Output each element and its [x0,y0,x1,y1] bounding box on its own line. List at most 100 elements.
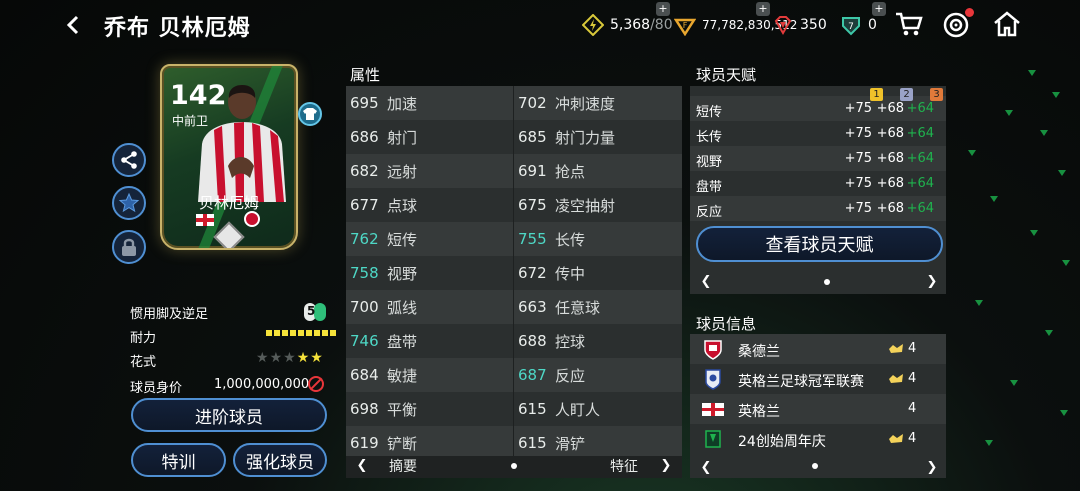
talent-bonus-tier3: +64 [906,176,934,191]
svg-text:F: F [683,21,688,30]
player-info-row[interactable]: 英格兰足球冠军联赛 4 [690,364,946,394]
stamina-segment [290,330,296,336]
chemistry-hand-icon [888,431,904,445]
attribute-name: 盘带 [387,332,418,351]
attribute-value: 691 [518,162,547,180]
lightning-icon [582,14,604,36]
upgrade-player-button[interactable]: 强化球员 [233,443,327,477]
chemistry-hand-icon [888,371,904,385]
stamina-label: 耐力 [130,331,157,346]
player-info-name: 英格兰足球冠军联赛 [738,374,864,390]
info-next-button[interactable]: ❯ [922,454,942,480]
attribute-cell: 615 人盯人 [518,392,600,426]
talent-bonus-tier1: +75 [844,201,872,216]
chevron-left-icon [66,15,79,35]
talent-next-button[interactable]: ❯ [922,268,942,294]
attribute-cell: 682 远射 [350,154,417,188]
add-energy-button[interactable]: + [656,2,670,16]
home-button[interactable] [992,10,1024,40]
attribute-cell: 702 冲刺速度 [518,86,615,120]
attribute-cell: 684 敏捷 [350,358,417,392]
talent-tier-badge: 2 [900,88,913,101]
player-info-title: 球员信息 [696,315,757,333]
special-training-button[interactable]: 特训 [131,443,226,477]
decor-triangle [1028,70,1036,76]
energy-counter[interactable]: 5,368/80 + [582,2,673,38]
star-icon: ★ [269,350,284,366]
attribute-value: 746 [350,332,379,350]
england-flag-icon [702,398,724,420]
talent-bonus-tier2: +68 [876,126,904,141]
attribute-name: 传中 [555,264,586,283]
attribute-name: 凌空抽射 [555,196,616,215]
attribute-value: 619 [350,434,379,452]
attribute-name: 铲断 [387,434,418,453]
card-player-name: 贝林厄姆 [198,194,259,212]
player-info-name: 英格兰 [738,404,780,420]
club-crest-icon [244,211,260,227]
attribute-name: 滑铲 [555,434,586,453]
talent-bonus-tier2: +68 [876,201,904,216]
stamina-segment [330,330,336,336]
attribute-name: 视野 [387,264,418,283]
view-talent-button[interactable]: 查看球员天赋 [696,226,943,262]
attribute-value: 762 [350,230,379,248]
shield-token-icon: 7 [840,14,862,36]
star-icon: ★ [296,350,311,366]
add-coins-button[interactable]: + [756,2,770,16]
gem-icon [772,14,794,36]
talent-table: 短传 +75 +68 +64 长传 +75 +68 +64 视野 +75 +68 +64 盘带 +75 +6… [690,86,946,294]
attribute-cell: 687 反应 [518,358,585,392]
attributes-summary-tab[interactable]: 摘要 [389,456,417,476]
attribute-value: 615 [518,400,547,418]
player-info-name: 桑德兰 [738,344,780,360]
talent-title: 球员天赋 [696,66,757,84]
attribute-cell: 698 平衡 [350,392,417,426]
favorite-button[interactable] [112,186,146,220]
attribute-cell: 675 凌空抽射 [518,188,615,222]
talent-row: 长传 +75 +68 +64 [690,121,946,146]
attribute-row: 762 短传 755 长传 [346,222,682,256]
attribute-row: 684 敏捷 687 反应 [346,358,682,392]
attribute-name: 短传 [387,230,418,249]
objectives-button[interactable] [942,8,974,40]
attributes-table: 695 加速 702 冲刺速度 686 射门 685 射门力量 682 远射 691 抢点 677 点球 6… [346,86,682,460]
decor-triangle [1062,260,1070,266]
attribute-row: 686 射门 685 射门力量 [346,120,682,154]
info-prev-button[interactable]: ❮ [696,454,716,480]
talent-prev-button[interactable]: ❮ [696,268,716,294]
attribute-cell: 677 点球 [350,188,417,222]
lock-button[interactable] [112,230,146,264]
attributes-prev-button[interactable]: ❮ [352,452,372,478]
player-card[interactable]: 142 中前卫 贝林厄姆 [160,64,298,250]
gems-counter[interactable]: 350 [772,12,827,38]
england-flag-icon [196,214,214,226]
attribute-name: 反应 [555,366,586,385]
cart-icon [896,12,923,36]
attributes-traits-tab[interactable]: 特征 [610,456,638,476]
add-tokens-button[interactable]: + [872,2,886,16]
player-info-row[interactable]: 英格兰 4 [690,394,946,424]
attributes-next-button[interactable]: ❯ [656,452,676,478]
player-info-row[interactable]: 桑德兰 4 [690,334,946,364]
chemistry-value: 4 [908,371,917,386]
untradeable-icon [308,376,324,392]
kit-badge-icon[interactable] [298,102,322,126]
share-button[interactable] [112,143,146,177]
back-button[interactable] [58,10,88,40]
attribute-cell: 762 短传 [350,222,417,256]
tokens-counter[interactable]: 7 0 + [840,2,886,38]
attribute-name: 点球 [387,196,418,215]
notification-dot [965,8,974,17]
player-info-row[interactable]: 24创始周年庆 4 [690,424,946,454]
page-title: 乔布 贝林厄姆 [104,16,251,41]
player-info-name: 24创始周年庆 [738,434,826,450]
talent-bonus-tier1: +75 [844,151,872,166]
player-value-amount: 1,000,000,000 [214,377,310,392]
lock-icon [122,238,136,256]
shop-cart-button[interactable] [894,10,926,40]
attribute-value: 700 [350,298,379,316]
advance-player-button[interactable]: 进阶球员 [131,398,327,432]
attribute-value: 615 [518,434,547,452]
decor-triangle [1010,380,1018,386]
